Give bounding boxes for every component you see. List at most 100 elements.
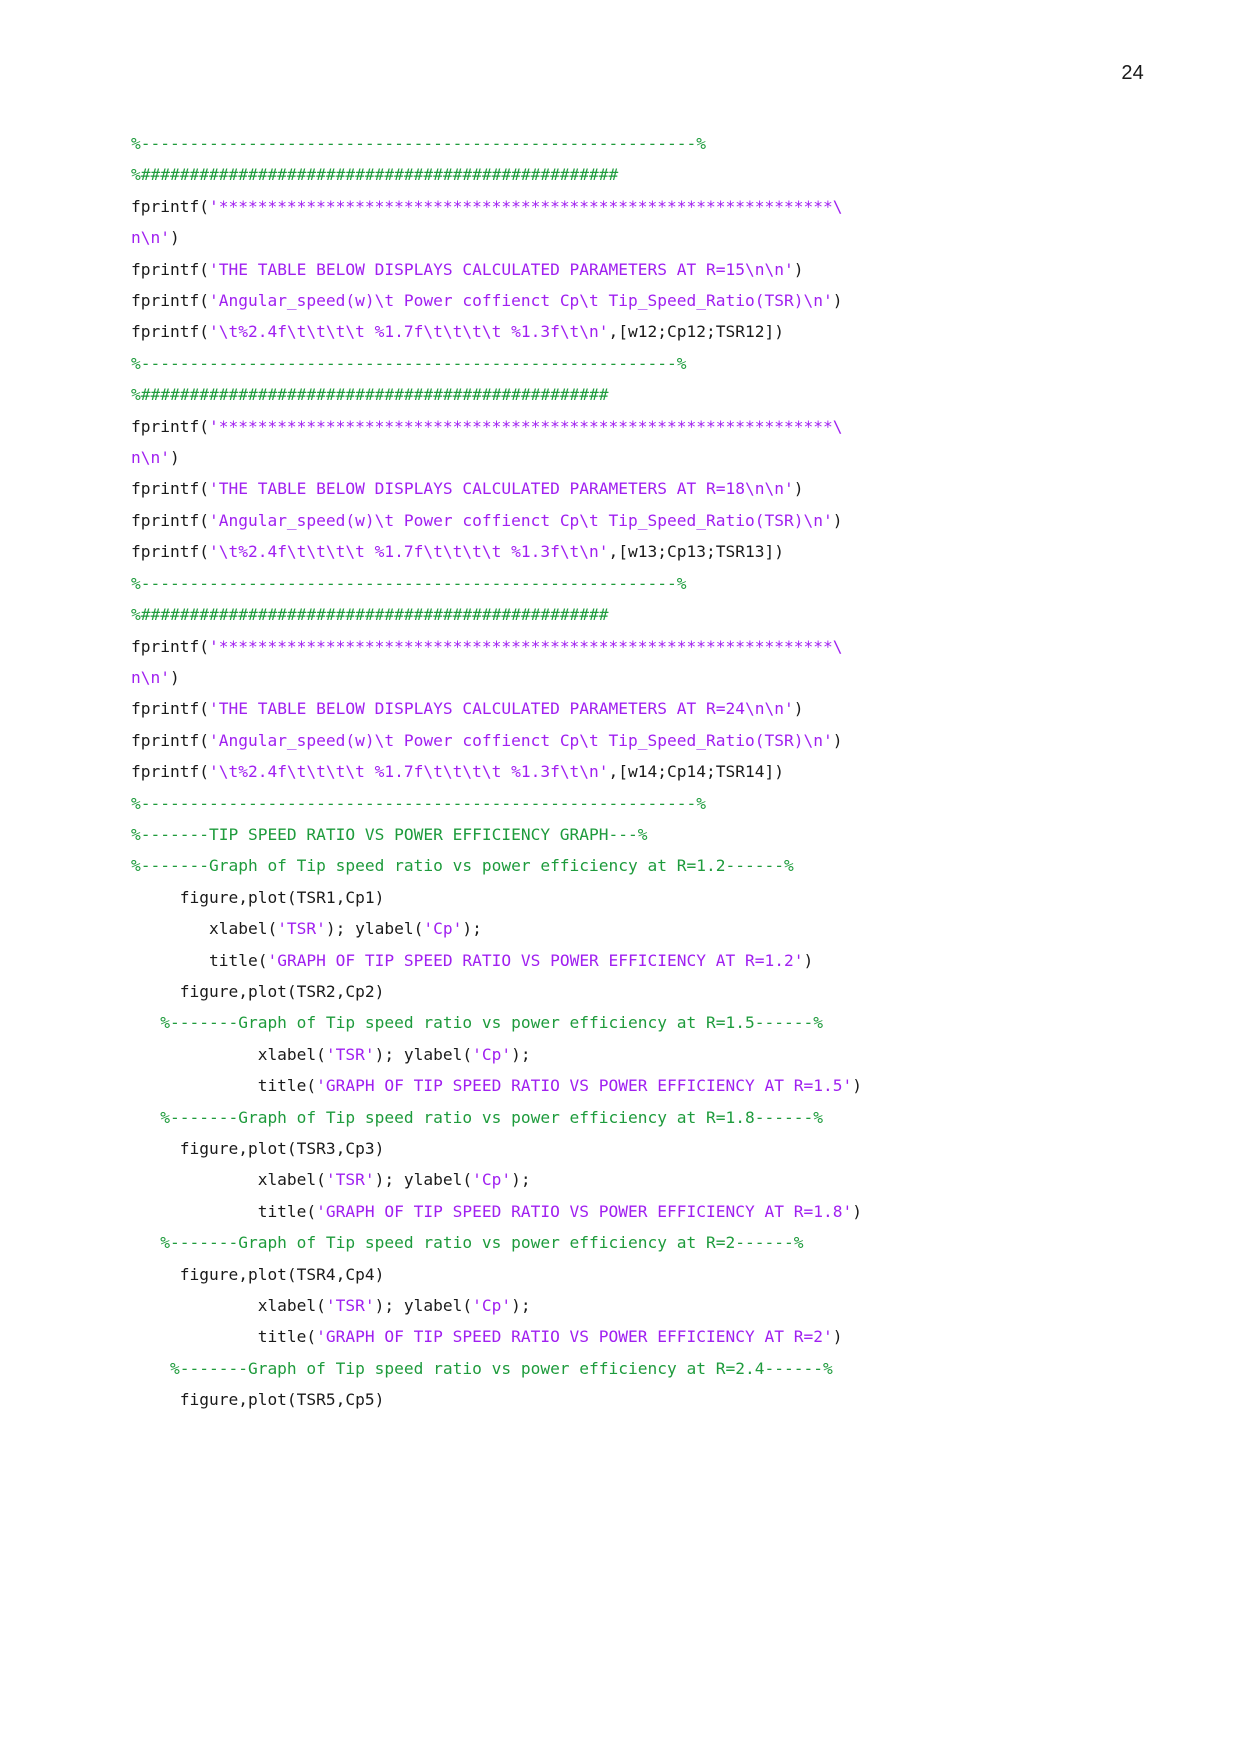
code-token-string: n\n' xyxy=(131,448,170,468)
code-line: title('GRAPH OF TIP SPEED RATIO VS POWER… xyxy=(131,1321,1131,1352)
code-line: fprintf('*******************************… xyxy=(131,411,1131,442)
code-token-plain: figure,plot(TSR4,Cp4) xyxy=(131,1264,385,1284)
code-token-string: n\n' xyxy=(131,667,170,687)
code-token-plain: fprintf( xyxy=(131,510,209,530)
code-token-plain: fprintf( xyxy=(131,196,209,216)
code-token-string: 'Angular_speed(w)\t Power coffienct Cp\t… xyxy=(208,291,833,311)
code-token-comment: %-------Graph of Tip speed ratio vs powe… xyxy=(131,1233,804,1253)
code-token-string: 'Cp' xyxy=(472,1044,512,1064)
code-line: xlabel('TSR'); ylabel('Cp'); xyxy=(131,913,1131,944)
code-token-string: 'GRAPH OF TIP SPEED RATIO VS POWER EFFIC… xyxy=(267,950,804,970)
code-token-plain: fprintf( xyxy=(131,322,209,342)
code-token-comment: %#######################################… xyxy=(131,165,619,185)
code-line: n\n') xyxy=(131,662,1131,693)
code-line: %-------TIP SPEED RATIO VS POWER EFFICIE… xyxy=(131,819,1131,850)
code-line: title('GRAPH OF TIP SPEED RATIO VS POWER… xyxy=(131,1070,1131,1101)
code-token-string: 'THE TABLE BELOW DISPLAYS CALCULATED PAR… xyxy=(208,479,794,499)
code-token-string: '***************************************… xyxy=(208,196,843,216)
code-token-string: 'TSR' xyxy=(277,919,326,939)
page-number: 24 xyxy=(1121,62,1144,84)
code-token-plain: ); ylabel( xyxy=(374,1044,473,1064)
code-token-comment: %-------Graph of Tip speed ratio vs powe… xyxy=(131,1107,823,1127)
code-line: xlabel('TSR'); ylabel('Cp'); xyxy=(131,1164,1131,1195)
code-token-plain: ) xyxy=(793,699,804,719)
code-token-plain: figure,plot(TSR5,Cp5) xyxy=(131,1390,385,1410)
code-line: figure,plot(TSR3,Cp3) xyxy=(131,1133,1131,1164)
code-token-plain: title( xyxy=(131,1201,317,1221)
code-line: fprintf('THE TABLE BELOW DISPLAYS CALCUL… xyxy=(131,254,1131,285)
code-token-string: 'Cp' xyxy=(472,1170,512,1190)
code-token-comment: %-------TIP SPEED RATIO VS POWER EFFICIE… xyxy=(131,824,648,844)
code-token-plain: fprintf( xyxy=(131,636,209,656)
code-token-string: 'GRAPH OF TIP SPEED RATIO VS POWER EFFIC… xyxy=(316,1327,833,1347)
code-token-string: n\n' xyxy=(131,228,170,248)
code-token-plain: xlabel( xyxy=(131,1296,326,1316)
code-token-string: '\t%2.4f\t\t\t\t %1.7f\t\t\t\t %1.3f\t\n… xyxy=(208,542,609,562)
code-line: fprintf('Angular_speed(w)\t Power coffie… xyxy=(131,285,1131,316)
code-line: figure,plot(TSR2,Cp2) xyxy=(131,976,1131,1007)
code-token-string: 'TSR' xyxy=(325,1296,375,1316)
code-token-plain: fprintf( xyxy=(131,479,209,499)
code-line: fprintf('*******************************… xyxy=(131,631,1131,662)
code-line: %#######################################… xyxy=(131,599,1131,630)
code-line: %#######################################… xyxy=(131,159,1131,190)
code-token-comment: %-------Graph of Tip speed ratio vs powe… xyxy=(131,856,794,876)
code-token-plain: ,[w12;Cp12;TSR12]) xyxy=(608,322,784,342)
code-token-plain: ) xyxy=(169,667,180,687)
code-token-plain: ); ylabel( xyxy=(374,1170,473,1190)
code-token-plain: ); ylabel( xyxy=(325,919,424,939)
code-token-plain: xlabel( xyxy=(131,1044,326,1064)
code-token-plain: ) xyxy=(793,259,804,279)
code-token-comment: %-------Graph of Tip speed ratio vs powe… xyxy=(131,1358,833,1378)
code-line: title('GRAPH OF TIP SPEED RATIO VS POWER… xyxy=(131,945,1131,976)
document-page: 24 %------------------------------------… xyxy=(0,0,1241,1754)
code-token-plain: ); xyxy=(511,1296,531,1316)
code-token-plain: ) xyxy=(169,228,180,248)
code-line: fprintf('\t%2.4f\t\t\t\t %1.7f\t\t\t\t %… xyxy=(131,536,1131,567)
code-token-plain: fprintf( xyxy=(131,730,209,750)
code-line: figure,plot(TSR1,Cp1) xyxy=(131,882,1131,913)
code-token-string: 'Angular_speed(w)\t Power coffienct Cp\t… xyxy=(208,730,833,750)
code-line: %-------Graph of Tip speed ratio vs powe… xyxy=(131,1007,1131,1038)
code-token-plain: ) xyxy=(169,448,180,468)
code-line: fprintf('\t%2.4f\t\t\t\t %1.7f\t\t\t\t %… xyxy=(131,316,1131,347)
code-token-comment: %#######################################… xyxy=(131,385,609,405)
code-token-plain: title( xyxy=(131,1076,317,1096)
code-token-plain: ) xyxy=(832,1327,843,1347)
code-line: %---------------------------------------… xyxy=(131,788,1131,819)
code-line: fprintf('Angular_speed(w)\t Power coffie… xyxy=(131,505,1131,536)
code-token-comment: %-------Graph of Tip speed ratio vs powe… xyxy=(131,1013,823,1033)
code-line: %---------------------------------------… xyxy=(131,568,1131,599)
code-token-plain: figure,plot(TSR1,Cp1) xyxy=(131,887,385,907)
code-token-string: 'TSR' xyxy=(325,1044,375,1064)
code-line: n\n') xyxy=(131,222,1131,253)
code-line: fprintf('THE TABLE BELOW DISPLAYS CALCUL… xyxy=(131,473,1131,504)
code-token-string: 'Cp' xyxy=(423,919,463,939)
code-token-plain: title( xyxy=(131,950,268,970)
code-token-comment: %---------------------------------------… xyxy=(131,134,706,153)
code-line: n\n') xyxy=(131,442,1131,473)
code-token-plain: ) xyxy=(832,510,843,530)
code-line: fprintf('\t%2.4f\t\t\t\t %1.7f\t\t\t\t %… xyxy=(131,756,1131,787)
code-line: figure,plot(TSR5,Cp5) xyxy=(131,1384,1131,1415)
code-line: title('GRAPH OF TIP SPEED RATIO VS POWER… xyxy=(131,1196,1131,1227)
code-token-plain: fprintf( xyxy=(131,291,209,311)
code-token-plain: ); xyxy=(511,1170,531,1190)
code-token-plain: fprintf( xyxy=(131,762,209,782)
code-token-plain: ) xyxy=(793,479,804,499)
code-line: fprintf('THE TABLE BELOW DISPLAYS CALCUL… xyxy=(131,693,1131,724)
code-token-plain: title( xyxy=(131,1327,317,1347)
code-token-plain: ) xyxy=(803,950,814,970)
code-token-string: '***************************************… xyxy=(208,636,843,656)
code-token-plain: ) xyxy=(832,291,843,311)
code-token-string: 'THE TABLE BELOW DISPLAYS CALCULATED PAR… xyxy=(208,699,794,719)
code-line: xlabel('TSR'); ylabel('Cp'); xyxy=(131,1290,1131,1321)
code-token-string: '\t%2.4f\t\t\t\t %1.7f\t\t\t\t %1.3f\t\n… xyxy=(208,322,609,342)
code-line: figure,plot(TSR4,Cp4) xyxy=(131,1259,1131,1290)
code-token-comment: %---------------------------------------… xyxy=(131,573,687,593)
code-token-plain: fprintf( xyxy=(131,699,209,719)
code-token-string: 'Angular_speed(w)\t Power coffienct Cp\t… xyxy=(208,510,833,530)
code-token-string: '\t%2.4f\t\t\t\t %1.7f\t\t\t\t %1.3f\t\n… xyxy=(208,762,609,782)
code-token-string: 'GRAPH OF TIP SPEED RATIO VS POWER EFFIC… xyxy=(316,1201,853,1221)
code-token-plain: fprintf( xyxy=(131,416,209,436)
